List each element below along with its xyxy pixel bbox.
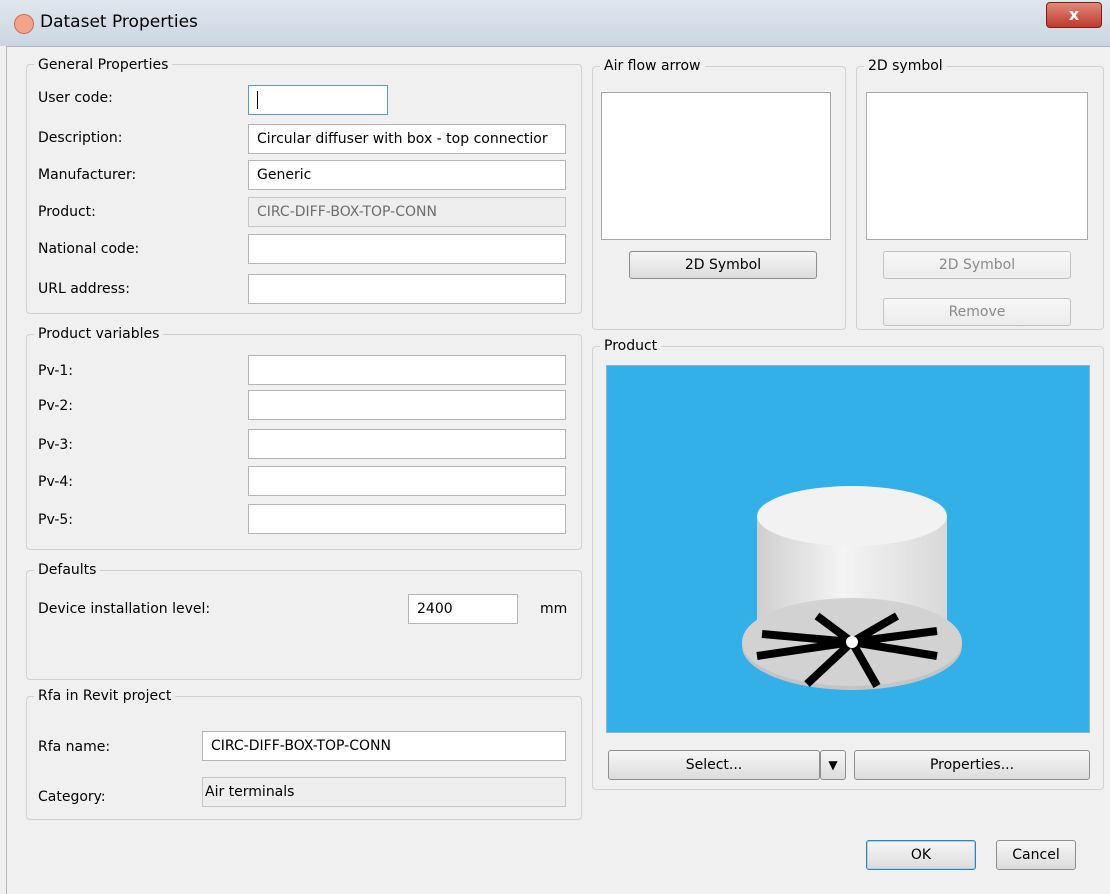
product-variables-legend: Product variables <box>34 326 164 342</box>
rfa-legend: Rfa in Revit project <box>34 688 176 704</box>
pv4-label: Pv-4: <box>38 474 74 490</box>
pv4-input[interactable] <box>248 466 566 496</box>
description-label: Description: <box>38 130 123 146</box>
product-3d-viewport[interactable] <box>606 365 1090 733</box>
select-button[interactable]: Select... <box>608 750 820 780</box>
air-flow-2d-symbol-button[interactable]: 2D Symbol <box>629 251 817 279</box>
pv5-input[interactable] <box>248 504 566 534</box>
description-input[interactable]: Circular diffuser with box - top connect… <box>248 124 566 154</box>
product-legend: Product <box>600 338 662 354</box>
2d-symbol-preview <box>866 92 1088 240</box>
properties-button[interactable]: Properties... <box>854 750 1090 780</box>
pv3-input[interactable] <box>248 429 566 459</box>
url-address-label: URL address: <box>38 281 130 297</box>
manufacturer-input[interactable]: Generic <box>248 160 566 190</box>
air-flow-arrow-preview <box>601 92 831 240</box>
pv1-label: Pv-1: <box>38 363 74 379</box>
pv1-input[interactable] <box>248 355 566 385</box>
pv2-label: Pv-2: <box>38 398 74 414</box>
text-caret <box>257 91 258 109</box>
rfa-name-label: Rfa name: <box>38 739 111 755</box>
general-properties-legend: General Properties <box>34 57 173 73</box>
product-input: CIRC-DIFF-BOX-TOP-CONN <box>248 197 566 227</box>
pv3-label: Pv-3: <box>38 437 74 453</box>
air-flow-arrow-legend: Air flow arrow <box>600 58 705 74</box>
app-icon <box>14 14 34 34</box>
defaults-legend: Defaults <box>34 562 101 578</box>
remove-symbol-button[interactable]: Remove <box>883 298 1071 326</box>
installation-level-label: Device installation level: <box>38 601 211 617</box>
select-dropdown-button[interactable]: ▼ <box>820 750 846 780</box>
pv5-label: Pv-5: <box>38 512 74 528</box>
2d-symbol-button[interactable]: 2D Symbol <box>883 251 1071 279</box>
national-code-input[interactable] <box>248 234 566 264</box>
installation-level-input[interactable]: 2400 <box>408 594 518 624</box>
user-code-label: User code: <box>38 90 113 106</box>
installation-level-unit: mm <box>540 601 568 617</box>
window-title: Dataset Properties <box>40 12 198 32</box>
2d-symbol-legend: 2D symbol <box>864 58 947 74</box>
cancel-button[interactable]: Cancel <box>996 840 1076 870</box>
ok-button[interactable]: OK <box>866 840 976 870</box>
manufacturer-label: Manufacturer: <box>38 167 137 183</box>
rfa-name-input[interactable]: CIRC-DIFF-BOX-TOP-CONN <box>202 731 566 761</box>
diffuser-3d-model <box>742 486 962 690</box>
defaults-group <box>26 570 582 680</box>
window-border <box>0 46 7 894</box>
product-label: Product: <box>38 204 96 220</box>
close-button[interactable]: x <box>1046 2 1102 28</box>
url-address-input[interactable] <box>248 274 566 304</box>
user-code-input[interactable] <box>248 85 388 115</box>
category-label: Category: <box>38 789 106 805</box>
category-value: Air terminals <box>202 777 566 807</box>
national-code-label: National code: <box>38 241 140 257</box>
pv2-input[interactable] <box>248 390 566 420</box>
dropdown-arrow-icon: ▼ <box>828 758 838 772</box>
